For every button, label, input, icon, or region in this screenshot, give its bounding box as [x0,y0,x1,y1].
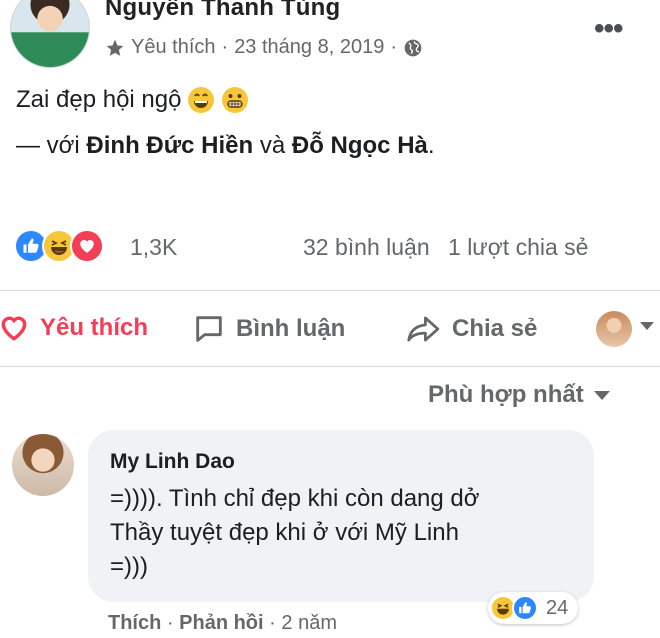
comment-reply-button[interactable]: Phản hồi [179,612,263,634]
post-meta: Yêu thích · 23 tháng 8, 2019 · [105,36,423,59]
period: . [427,132,435,159]
chevron-down-icon[interactable] [640,322,654,330]
reaction-count[interactable]: 1,3K [130,234,177,261]
reaction-as-avatar[interactable] [596,311,632,347]
grimace-emoji-icon [222,87,249,113]
comment-like-button[interactable]: Thích [108,612,161,634]
separator: · [269,612,276,634]
divider [0,290,660,291]
comment-line: =))) [110,553,148,580]
author-name[interactable]: Nguyễn Thanh Tùng [105,0,340,22]
meta-separator: · [390,36,397,58]
comment-time[interactable]: 2 năm [281,612,337,634]
reaction-icons[interactable] [14,229,104,263]
comment-reaction-count: 24 [546,596,569,619]
with-prefix: — với [16,132,80,159]
grin-emoji-icon [188,87,215,113]
share-arrow-icon [407,316,440,342]
author-avatar[interactable] [10,0,90,68]
meta-separator: · [221,36,229,58]
like-icon [512,595,538,621]
globe-icon [404,39,422,56]
post-text: Zai đẹp hội ngộ [16,86,249,114]
sort-label: Phù hợp nhất [428,381,584,408]
commenter-name[interactable]: My Linh Dao [110,450,235,474]
share-button[interactable]: Chia sẻ [406,312,537,346]
comment-bubble-icon [196,316,222,342]
heart-outline-icon [1,316,27,341]
comment-reactions[interactable]: 24 [488,592,579,624]
comment-text: =)))). Tình chỉ đẹp khi còn dang dở Thầy… [110,482,580,584]
share-button-label: Chia sẻ [452,315,538,342]
comment-actions: Thích · Phản hồi · 2 năm [108,612,337,635]
separator: · [166,612,174,634]
post-caption: Zai đẹp hội ngộ [16,86,182,113]
commenter-avatar[interactable] [12,434,74,496]
comment-line: =)))). Tình chỉ đẹp khi còn dang dở [110,485,480,512]
comment-button-label: Bình luận [236,315,346,342]
comment-count[interactable]: 32 bình luận [303,234,430,260]
love-icon [70,229,104,263]
and-word: và [259,132,286,159]
share-count[interactable]: 1 lượt chia sẻ [448,234,588,260]
divider [0,366,660,367]
like-button[interactable]: Yêu thích [0,312,148,344]
post-stats: 32 bình luận 1 lượt chia sẻ [303,234,588,261]
more-options-button[interactable]: ••• [594,12,623,46]
tag-person-1[interactable]: Đinh Đức Hiền [86,132,253,159]
like-button-label: Yêu thích [40,314,149,341]
tag-person-2[interactable]: Đỗ Ngọc Hà [292,132,428,159]
star-icon [106,39,124,56]
post-date[interactable]: 23 tháng 8, 2019 [234,36,384,59]
chevron-down-icon [593,390,610,400]
comment-button[interactable]: Bình luận [192,312,345,346]
comment-sort-dropdown[interactable]: Phù hợp nhất [428,381,610,409]
audience-label: Yêu thích [131,36,216,58]
tagged-people: — với Đinh Đức Hiền và Đỗ Ngọc Hà. [16,132,435,160]
comment-line: Thầy tuyệt đẹp khi ở với Mỹ Linh [110,519,459,546]
